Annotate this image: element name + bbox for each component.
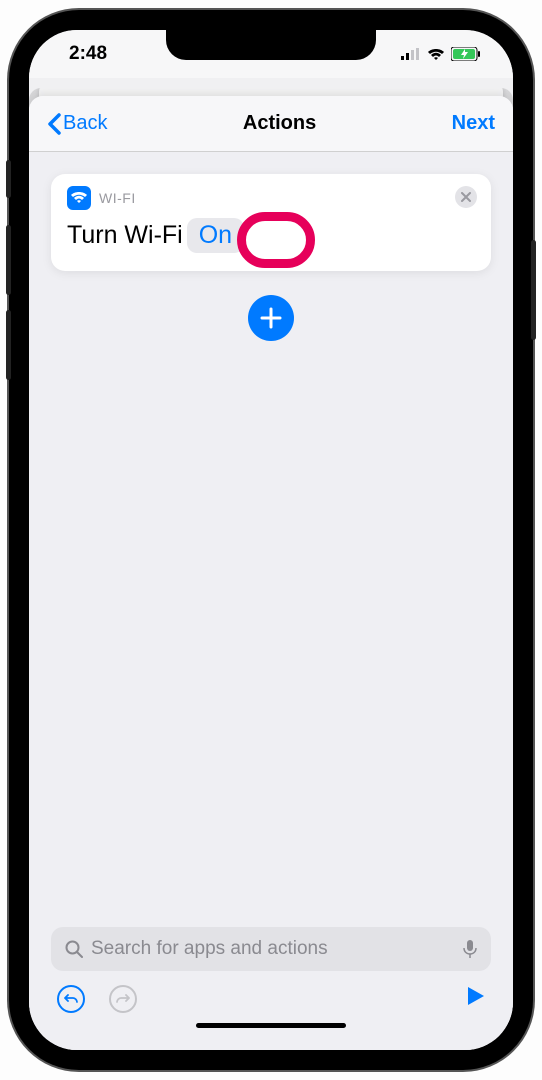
action-prefix: Turn Wi-Fi <box>67 221 183 250</box>
back-button[interactable]: Back <box>47 112 107 135</box>
plus-icon <box>260 307 282 329</box>
redo-button <box>109 985 137 1013</box>
modal-backdrop: Back Actions Next WI-FI <box>29 88 513 1050</box>
side-volume-up <box>6 225 11 295</box>
page-title: Actions <box>243 112 316 135</box>
home-indicator[interactable] <box>196 1023 346 1028</box>
actions-sheet: Back Actions Next WI-FI <box>29 96 513 1050</box>
wifi-state-parameter[interactable]: On <box>187 218 244 253</box>
next-button[interactable]: Next <box>452 112 495 135</box>
search-input[interactable]: Search for apps and actions <box>51 927 491 971</box>
phone-frame: 2:48 Back Actions <box>9 10 533 1070</box>
redo-icon <box>116 992 130 1006</box>
back-label: Back <box>63 112 107 135</box>
search-placeholder: Search for apps and actions <box>91 938 455 960</box>
microphone-icon[interactable] <box>463 939 477 959</box>
toolbar <box>51 971 491 1013</box>
side-silence-switch <box>6 160 11 198</box>
undo-button[interactable] <box>57 985 85 1013</box>
screen: 2:48 Back Actions <box>29 30 513 1050</box>
add-action-button[interactable] <box>248 295 294 341</box>
close-icon <box>461 192 471 202</box>
action-category-label: WI-FI <box>99 190 136 206</box>
bottom-area: Search for apps and actions <box>29 927 513 1050</box>
remove-action-button[interactable] <box>455 186 477 208</box>
wifi-status-icon <box>427 48 445 61</box>
status-icons <box>401 47 481 61</box>
cellular-icon <box>401 48 421 60</box>
notch <box>166 30 376 60</box>
undo-icon <box>64 992 78 1006</box>
wifi-action-card[interactable]: WI-FI Turn Wi-Fi On <box>51 174 491 271</box>
side-volume-down <box>6 310 11 380</box>
chevron-left-icon <box>47 113 61 135</box>
search-icon <box>65 940 83 958</box>
run-button[interactable] <box>467 986 485 1012</box>
nav-bar: Back Actions Next <box>29 96 513 152</box>
wifi-icon <box>67 186 91 210</box>
action-text: Turn Wi-Fi On <box>67 218 475 253</box>
side-power-button <box>531 240 536 340</box>
play-icon <box>467 986 485 1006</box>
status-time: 2:48 <box>69 43 107 65</box>
battery-icon <box>451 47 481 61</box>
content-area: WI-FI Turn Wi-Fi On <box>29 152 513 927</box>
